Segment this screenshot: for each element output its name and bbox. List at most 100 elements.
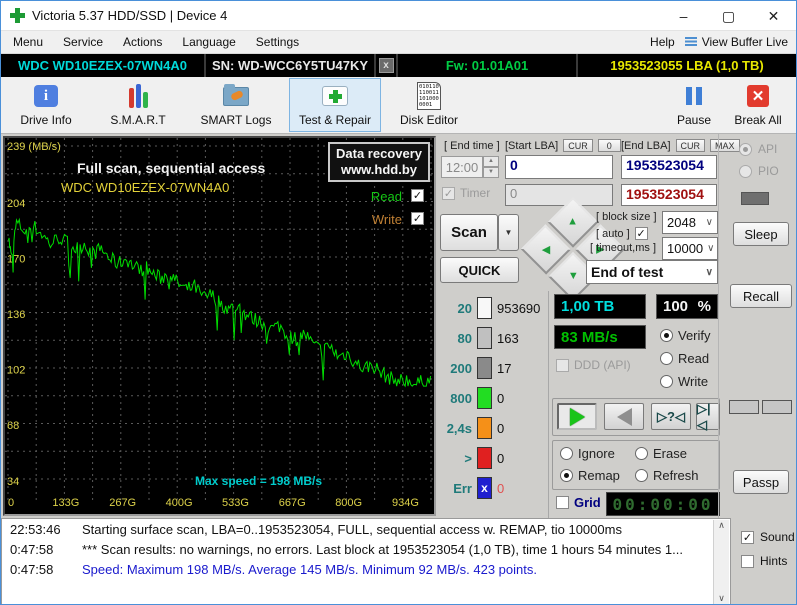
start-lba-cur-button[interactable]: CUR bbox=[563, 139, 593, 152]
disk-editor-binary-icon: 010110 110011 101000 0001 bbox=[417, 82, 441, 110]
timer-checkbox[interactable]: ✓ bbox=[442, 186, 455, 200]
stat-threshold-label: Err bbox=[453, 480, 472, 496]
svg-text:267G: 267G bbox=[109, 497, 136, 509]
verify-label: Verify bbox=[678, 328, 711, 343]
speed-display: 83 MB/s bbox=[554, 325, 646, 349]
pause-button[interactable]: Pause bbox=[662, 78, 726, 132]
pio-radio[interactable] bbox=[739, 164, 752, 178]
graph-model-label: WDC WD10EZEX-07WN4A0 bbox=[61, 180, 230, 195]
menu-bar: Menu Service Actions Language Settings H… bbox=[1, 31, 796, 54]
stat-threshold-label: 800 bbox=[450, 390, 472, 406]
log-time: 22:53:46 bbox=[10, 521, 61, 537]
serial-close-wrap: x bbox=[376, 54, 398, 77]
break-all-button[interactable]: ✕ Break All bbox=[726, 78, 790, 132]
read-legend-label: Read bbox=[370, 189, 402, 204]
erase-radio[interactable] bbox=[635, 447, 648, 460]
smart-label: S.M.A.R.T bbox=[110, 113, 166, 127]
grid-checkbox[interactable] bbox=[556, 496, 569, 509]
sound-checkbox[interactable]: ✓ bbox=[741, 530, 754, 544]
capacity-display: 1,00 TB bbox=[554, 294, 646, 319]
minimize-button[interactable]: – bbox=[661, 1, 706, 31]
end-time-value: 12:00 bbox=[441, 156, 483, 178]
scan-dropdown-button[interactable]: ▼ bbox=[498, 214, 519, 251]
break-all-x-icon: ✕ bbox=[747, 85, 769, 107]
pause-icon bbox=[686, 87, 702, 105]
skip-to-defect-button[interactable]: ▷?◁ bbox=[651, 403, 691, 430]
menu-item-language[interactable]: Language bbox=[172, 32, 245, 52]
log-time: 0:47:58 bbox=[10, 541, 54, 557]
disk-editor-label: Disk Editor bbox=[399, 113, 458, 127]
back-button[interactable] bbox=[604, 403, 644, 430]
start-lba-input[interactable]: 0 bbox=[505, 155, 613, 179]
quick-button[interactable]: QUICK bbox=[440, 257, 519, 283]
log-scrollbar[interactable]: ∧ ∨ bbox=[713, 520, 729, 604]
remap-radio[interactable] bbox=[560, 469, 573, 482]
seek-up-icon: ▲ bbox=[567, 215, 579, 228]
scroll-up-icon[interactable]: ∧ bbox=[718, 520, 725, 531]
end-time-spin-arrows[interactable]: ▲ ▼ bbox=[483, 156, 499, 178]
svg-text:800G: 800G bbox=[335, 497, 362, 509]
latency-stat-row: >0 bbox=[440, 447, 504, 469]
hints-checkbox[interactable] bbox=[741, 554, 754, 568]
passp-button[interactable]: Passp bbox=[733, 470, 789, 494]
stat-count: 0 bbox=[497, 420, 505, 436]
end-lba-cur-button[interactable]: CUR bbox=[675, 139, 706, 152]
block-size-chevron-icon: ∨ bbox=[705, 217, 713, 228]
menu-item-service[interactable]: Service bbox=[53, 32, 113, 52]
mini-button-right[interactable] bbox=[762, 400, 792, 414]
serial-close-button[interactable]: x bbox=[378, 58, 394, 73]
smart-button[interactable]: S.M.A.R.T bbox=[99, 78, 177, 132]
percent-unit: % bbox=[697, 298, 711, 315]
refresh-radio[interactable] bbox=[635, 469, 648, 482]
ignore-radio[interactable] bbox=[560, 447, 573, 460]
drive-info-button[interactable]: i Drive Info bbox=[7, 78, 85, 132]
start-scan-button[interactable] bbox=[557, 403, 597, 430]
menu-item-settings[interactable]: Settings bbox=[246, 32, 309, 52]
view-buffer-live[interactable]: View Buffer Live bbox=[684, 35, 796, 49]
end-of-test-chevron-icon: ∨ bbox=[705, 266, 713, 278]
stat-threshold-label: 200 bbox=[450, 360, 472, 376]
erase-label: Erase bbox=[653, 446, 687, 461]
read-checkbox[interactable]: ✓ bbox=[411, 189, 424, 202]
end-of-test-select[interactable]: End of test ∨ bbox=[586, 260, 718, 284]
ignore-label: Ignore bbox=[578, 446, 615, 461]
step-button[interactable]: ▷|◁ bbox=[696, 401, 720, 432]
mini-button-left[interactable] bbox=[729, 400, 759, 414]
end-time-spinner[interactable]: 12:00 ▲ ▼ bbox=[441, 156, 499, 178]
auto-checkbox[interactable]: ✓ bbox=[634, 227, 648, 240]
sound-label: Sound bbox=[760, 530, 795, 544]
read-radio[interactable] bbox=[660, 352, 673, 365]
maximize-button[interactable]: ▢ bbox=[706, 1, 751, 31]
api-radio[interactable] bbox=[739, 142, 752, 156]
disk-editor-button[interactable]: 010110 110011 101000 0001 Disk Editor bbox=[389, 78, 469, 132]
end-lba-input[interactable]: 1953523054 bbox=[621, 155, 717, 179]
log-message: Starting surface scan, LBA=0..1953523054… bbox=[82, 521, 622, 537]
menu-item-menu[interactable]: Menu bbox=[1, 32, 53, 52]
ddd-api-label: DDD (API) bbox=[574, 358, 631, 372]
write-radio[interactable] bbox=[660, 375, 673, 388]
hddby-ad-badge: Data recovery www.hdd.by bbox=[328, 142, 430, 182]
scroll-down-icon[interactable]: ∨ bbox=[718, 593, 725, 604]
recall-button[interactable]: Recall bbox=[730, 284, 792, 308]
victoria-app-window: Victoria 5.37 HDD/SSD | Device 4 – ▢ ✕ M… bbox=[0, 0, 797, 605]
smart-logs-button[interactable]: SMART Logs bbox=[193, 78, 279, 132]
timeout-select[interactable]: 10000 ∨ bbox=[662, 237, 718, 260]
timeout-chevron-icon: ∨ bbox=[707, 243, 715, 254]
sleep-button[interactable]: Sleep bbox=[733, 222, 789, 246]
device-model[interactable]: WDC WD10EZEX-07WN4A0 bbox=[1, 54, 206, 77]
test-repair-button[interactable]: Test & Repair bbox=[289, 78, 381, 132]
close-button[interactable]: ✕ bbox=[751, 1, 796, 31]
menu-item-actions[interactable]: Actions bbox=[113, 32, 172, 52]
scan-button[interactable]: Scan bbox=[440, 214, 498, 251]
block-size-select[interactable]: 2048 ∨ bbox=[662, 211, 718, 234]
max-speed-annotation: Max speed = 198 MB/s bbox=[195, 474, 323, 488]
write-checkbox[interactable]: ✓ bbox=[411, 212, 424, 225]
verify-radio[interactable] bbox=[660, 329, 673, 342]
percent-display: 100 % bbox=[656, 294, 718, 319]
ddd-api-checkbox[interactable] bbox=[556, 358, 569, 372]
device-info-bar: WDC WD10EZEX-07WN4A0 SN: WD-WCC6Y5TU47KY… bbox=[1, 54, 796, 77]
log-row: 0:47:58 Speed: Maximum 198 MB/s. Average … bbox=[2, 559, 730, 579]
timer-label: Timer bbox=[460, 186, 491, 200]
start-lba-zero-button[interactable]: 0 bbox=[597, 139, 621, 152]
menu-item-help[interactable]: Help bbox=[640, 32, 685, 52]
